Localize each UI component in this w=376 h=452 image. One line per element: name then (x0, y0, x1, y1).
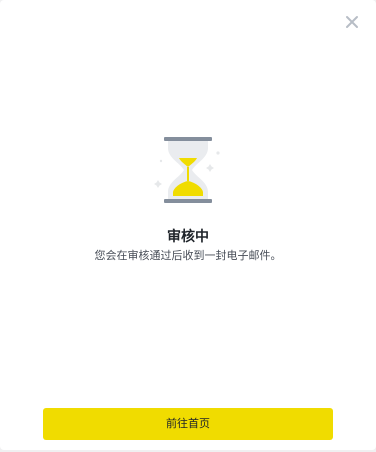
close-button[interactable] (343, 13, 361, 31)
close-icon (346, 16, 358, 28)
review-pending-dialog: 审核中 您会在审核通过后收到一封电子邮件。 前往首页 (0, 0, 376, 450)
hourglass-icon (154, 137, 220, 203)
dialog-description: 您会在审核通过后收到一封电子邮件。 (94, 249, 282, 262)
hourglass-illustration (152, 134, 224, 206)
dialog-title: 审核中 (167, 229, 209, 245)
go-home-button[interactable]: 前往首页 (43, 408, 333, 440)
